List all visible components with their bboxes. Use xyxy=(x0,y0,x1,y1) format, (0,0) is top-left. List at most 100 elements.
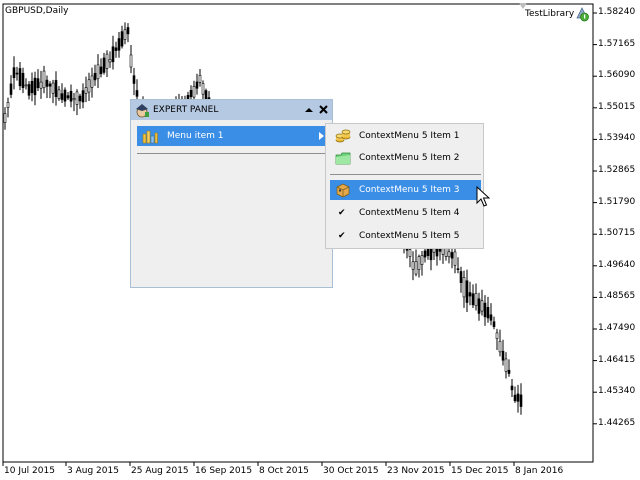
candle-body xyxy=(54,80,58,98)
candle-body xyxy=(198,74,202,83)
context-menu-item-label: ContextMenu 5 Item 4 xyxy=(359,208,460,218)
panel-header[interactable]: EXPERT PANEL xyxy=(131,100,332,120)
time-axis-label: 30 Oct 2015 xyxy=(323,466,379,476)
candle-body xyxy=(123,29,127,40)
candle-body xyxy=(414,261,418,275)
candle-body xyxy=(99,66,103,75)
candle-body xyxy=(201,83,205,95)
candle-body xyxy=(3,113,7,123)
candle-body xyxy=(69,91,73,102)
price-axis-label: 1.56090 xyxy=(598,70,636,81)
candle-body xyxy=(492,321,496,327)
candle-body xyxy=(135,90,139,97)
candle-body xyxy=(27,84,31,96)
time-axis-label: 16 Sep 2015 xyxy=(195,466,253,476)
submenu-arrow-icon xyxy=(319,132,324,140)
bar-chart-icon xyxy=(142,130,158,144)
candle-body xyxy=(81,90,85,103)
candle-body xyxy=(486,306,490,319)
candle-body xyxy=(489,314,493,321)
panel-title: EXPERT PANEL xyxy=(153,105,219,115)
context-menu-item-1[interactable]: ContextMenu 5 Item 1 xyxy=(330,126,481,146)
candle-body xyxy=(507,369,511,374)
candle-body xyxy=(519,394,523,407)
green-folder-icon xyxy=(335,152,351,165)
candle-body xyxy=(456,268,460,270)
candle-body xyxy=(495,332,499,339)
coins-icon xyxy=(335,129,351,143)
time-axis-label: 10 Jul 2015 xyxy=(4,466,55,476)
context-menu-item-label: ContextMenu 5 Item 2 xyxy=(359,153,460,163)
expert-smiley-icon[interactable] xyxy=(574,6,590,22)
candle-body xyxy=(468,292,472,297)
candle-body xyxy=(411,261,415,270)
candle-body xyxy=(24,84,28,87)
context-menu-item-3[interactable]: ContextMenu 5 Item 3 xyxy=(330,180,481,200)
candle-body xyxy=(462,277,466,298)
collapse-icon[interactable] xyxy=(304,105,314,115)
price-axis-label: 1.52865 xyxy=(598,165,636,175)
candle-body xyxy=(477,298,481,314)
candle-body xyxy=(90,75,94,88)
time-axis-label: 3 Aug 2015 xyxy=(67,466,119,476)
candle-body xyxy=(423,250,427,258)
candle-body xyxy=(117,38,121,51)
price-axis-label: 1.50715 xyxy=(598,228,636,239)
candle-body xyxy=(33,77,37,96)
time-axis-label: 23 Nov 2015 xyxy=(387,466,445,476)
candle-body xyxy=(108,59,112,63)
candle-body xyxy=(120,31,124,47)
candle-body xyxy=(84,87,88,94)
mouse-cursor-icon xyxy=(476,186,490,207)
candle-body xyxy=(78,95,82,102)
candle-body xyxy=(114,47,118,51)
price-axis-label: 1.44265 xyxy=(598,417,636,428)
candle-body xyxy=(57,89,61,99)
candle-body xyxy=(420,255,424,265)
menu-item-1[interactable]: Menu item 1 xyxy=(137,126,327,146)
box-icon xyxy=(336,183,350,198)
time-axis-label: 8 Jan 2016 xyxy=(515,466,564,476)
candle-body xyxy=(30,80,34,94)
candle-body xyxy=(474,293,478,307)
price-axis-label: 1.53940 xyxy=(598,133,636,144)
candle-body xyxy=(12,67,16,79)
candle-body xyxy=(465,280,469,303)
candle-body xyxy=(192,86,196,98)
time-axis-label: 8 Oct 2015 xyxy=(259,466,309,476)
candle-body xyxy=(447,251,451,258)
candle-body xyxy=(51,82,55,94)
candle-body xyxy=(195,81,199,89)
context-menu-item-4[interactable]: ✔ ContextMenu 5 Item 4 xyxy=(330,203,481,223)
context-menu: ContextMenu 5 Item 1 ContextMenu 5 Item … xyxy=(325,123,484,249)
panel-separator xyxy=(137,153,327,154)
price-axis-label: 1.47490 xyxy=(598,323,636,333)
candle-body xyxy=(63,89,67,102)
candle-body xyxy=(15,72,19,75)
menu-item-label: Menu item 1 xyxy=(167,131,224,141)
context-menu-item-5[interactable]: ✔ ContextMenu 5 Item 5 xyxy=(330,226,481,246)
price-axis-label: 1.49640 xyxy=(598,259,636,270)
candle-body xyxy=(75,91,79,105)
candle-body xyxy=(96,64,100,80)
price-axis-label: 1.58240 xyxy=(598,7,636,17)
check-icon: ✔ xyxy=(338,208,346,218)
candle-body xyxy=(510,385,514,391)
candle-body xyxy=(126,27,130,35)
context-menu-item-2[interactable]: ContextMenu 5 Item 2 xyxy=(330,148,481,168)
candle-body xyxy=(111,46,115,63)
candle-body xyxy=(18,68,22,87)
candle-body xyxy=(513,394,517,402)
price-axis-label: 1.55015 xyxy=(598,101,636,112)
time-axis-label: 15 Dec 2015 xyxy=(451,466,509,476)
candle-body xyxy=(36,78,40,89)
expert-panel: EXPERT PANEL Menu item 1 xyxy=(130,99,333,288)
candle-body xyxy=(129,54,133,68)
close-icon[interactable] xyxy=(318,104,329,115)
candle-body xyxy=(501,350,505,361)
candle-body xyxy=(9,83,13,95)
candle-body xyxy=(471,293,475,306)
candle-body xyxy=(483,302,487,318)
candle-body xyxy=(93,72,97,81)
candle-body xyxy=(417,256,421,270)
